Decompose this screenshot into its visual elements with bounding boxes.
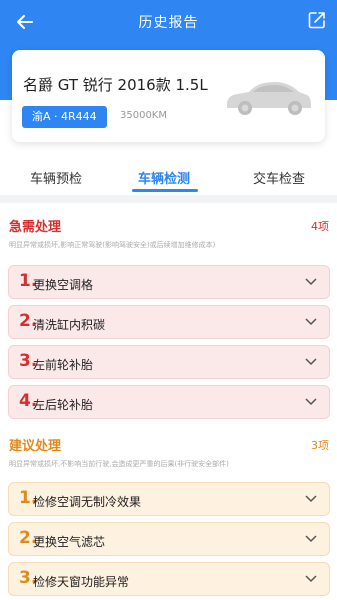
chevron-down-icon	[305, 575, 317, 583]
urgent-item[interactable]: 1. 更换空调格	[8, 265, 330, 299]
chevron-down-icon	[305, 495, 317, 503]
tab-delivery-check[interactable]: 交车检查	[253, 168, 305, 187]
suggest-count: 3项	[311, 439, 329, 452]
chevron-down-icon	[305, 318, 317, 326]
active-tab-indicator	[132, 189, 198, 192]
item-label: 检修天窗功能异常	[33, 575, 130, 589]
suggest-item[interactable]: 3. 检修天窗功能异常	[8, 562, 330, 596]
urgent-item[interactable]: 3. 左前轮补胎	[8, 345, 330, 379]
vehicle-mileage: 35000KM	[120, 110, 167, 121]
vehicle-card: 名爵 GT 锐行 2016款 1.5L 渝A · 4R444 35000KM	[12, 50, 325, 142]
report-tabs: 车辆预检 车辆检测 交车检查	[0, 160, 337, 192]
urgent-description: 明显异常或损坏,影响正常驾驶(影响驾驶安全)或后续增加维修成本)	[9, 241, 216, 249]
item-label: 检修空调无制冷效果	[33, 495, 142, 509]
chevron-down-icon	[305, 398, 317, 406]
chevron-down-icon	[305, 535, 317, 543]
license-plate-badge: 渝A · 4R444	[22, 106, 107, 128]
section-divider	[0, 195, 337, 203]
vehicle-name: 名爵 GT 锐行 2016款 1.5L	[23, 76, 208, 94]
suggest-description: 明显异常或损坏,不影响当前行驶,会造成更严重的后果(非行驶安全部件)	[9, 460, 229, 468]
item-label: 更换空调格	[33, 278, 94, 292]
car-silhouette-icon	[227, 82, 311, 115]
chevron-down-icon	[305, 358, 317, 366]
suggest-title: 建议处理	[9, 439, 62, 454]
suggest-item[interactable]: 1. 检修空调无制冷效果	[8, 482, 330, 516]
urgent-count: 4项	[311, 220, 329, 233]
tab-pre-inspection[interactable]: 车辆预检	[30, 168, 82, 187]
page-title: 历史报告	[138, 15, 199, 31]
item-label: 左前轮补胎	[33, 358, 94, 372]
item-label: 清洗缸内积碳	[33, 318, 106, 332]
urgent-item[interactable]: 4. 左后轮补胎	[8, 385, 330, 419]
share-icon[interactable]	[307, 10, 327, 30]
chevron-down-icon	[305, 278, 317, 286]
suggest-item[interactable]: 2. 更换空气滤芯	[8, 522, 330, 556]
urgent-title: 急需处理	[9, 220, 62, 235]
item-label: 左后轮补胎	[33, 398, 94, 412]
item-label: 更换空气滤芯	[33, 535, 106, 549]
tab-vehicle-inspection[interactable]: 车辆检测	[138, 168, 190, 187]
urgent-item[interactable]: 2. 清洗缸内积碳	[8, 305, 330, 339]
